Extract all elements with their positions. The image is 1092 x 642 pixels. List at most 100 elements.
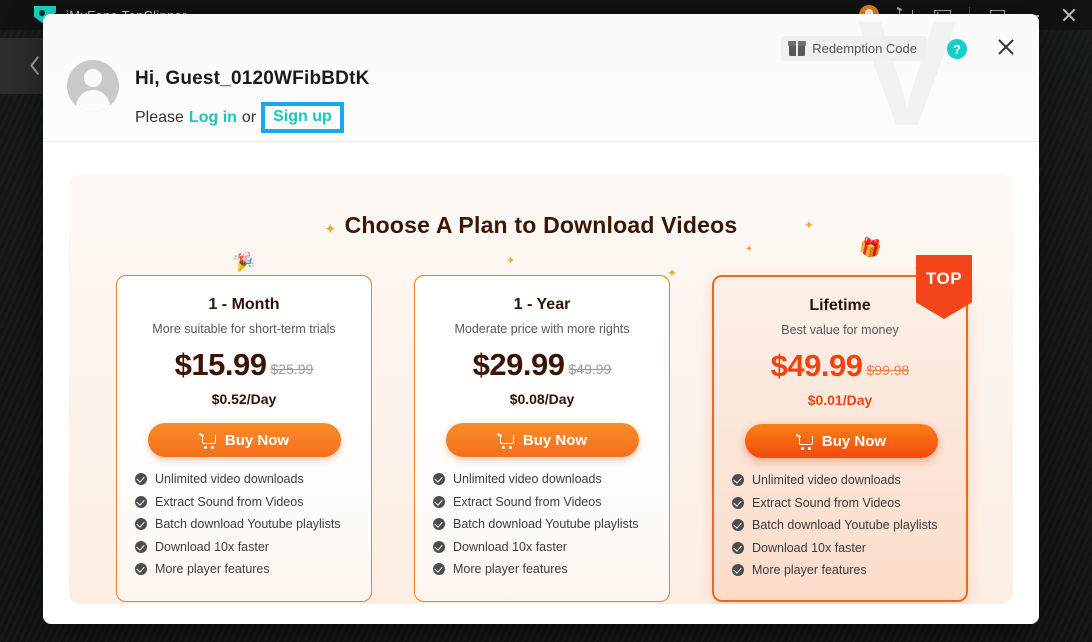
check-icon <box>135 518 147 530</box>
plan-card-month[interactable]: 1 - Month More suitable for short-term t… <box>116 275 372 602</box>
avatar-head <box>84 69 102 87</box>
feature-label: Download 10x faster <box>752 540 866 555</box>
check-icon <box>135 495 147 508</box>
gift-icon <box>788 41 807 56</box>
check-icon <box>433 563 445 575</box>
signup-link[interactable]: Sign up <box>273 108 332 125</box>
plan-per-day: $0.01/Day <box>807 392 873 408</box>
feature-label: Batch download Youtube playlists <box>155 517 341 531</box>
check-icon <box>135 563 147 575</box>
feature-item: Batch download Youtube playlists <box>433 517 639 531</box>
confetti-icon: 🎉 <box>232 251 257 274</box>
pricing-modal: V Hi, Guest_0120WFibBDtK Please Log in o… <box>43 14 1039 624</box>
buy-now-label: Buy Now <box>224 431 290 449</box>
redemption-code-label: Redemption Code <box>812 41 917 56</box>
plan-cards-container: 1 - Month More suitable for short-term t… <box>116 255 972 602</box>
feature-item: More player features <box>135 562 341 576</box>
check-icon <box>732 496 744 509</box>
plan-card-lifetime[interactable]: TOP Lifetime Best value for money $49.99… <box>712 255 972 602</box>
check-icon <box>732 519 744 531</box>
check-icon <box>732 541 744 554</box>
plan-title: 1 - Month <box>208 296 280 313</box>
feature-item: Download 10x faster <box>732 541 938 555</box>
check-icon <box>433 518 445 530</box>
please-label: Please <box>135 108 184 126</box>
plan-subtitle: More suitable for short-term trials <box>152 322 336 336</box>
buy-now-button[interactable]: Buy Now <box>148 423 341 457</box>
top-badge-label: TOP <box>925 269 963 288</box>
help-circle-icon[interactable]: ? <box>947 39 967 59</box>
buy-now-label: Buy Now <box>821 432 887 450</box>
feature-label: Batch download Youtube playlists <box>453 517 639 531</box>
close-icon[interactable] <box>995 36 1017 58</box>
signup-highlight-box[interactable]: Sign up <box>261 102 344 133</box>
feature-item: Extract Sound from Videos <box>732 496 938 510</box>
plan-features: Unlimited video downloads Extract Sound … <box>135 472 341 585</box>
feature-item: Download 10x faster <box>433 540 639 554</box>
plan-old-price: $49.99 <box>568 361 612 377</box>
feature-label: Extract Sound from Videos <box>453 494 602 509</box>
feature-item: Download 10x faster <box>135 540 341 554</box>
feature-label: Unlimited video downloads <box>453 472 602 486</box>
feature-label: Batch download Youtube playlists <box>752 518 938 532</box>
buy-now-label: Buy Now <box>522 431 588 449</box>
watermark-letter: V <box>856 14 957 142</box>
plan-price-row: $29.99 $49.99 <box>415 349 669 380</box>
feature-item: Unlimited video downloads <box>135 472 341 486</box>
feature-item: Extract Sound from Videos <box>433 495 639 509</box>
plans-panel: Choose A Plan to Download Videos ✦ ✦ 🎉 ✦… <box>69 174 1013 604</box>
feature-label: Download 10x faster <box>453 539 567 554</box>
or-label: or <box>241 108 257 126</box>
check-icon <box>433 473 445 485</box>
feature-item: More player features <box>732 563 938 577</box>
shopping-cart-icon <box>797 434 813 450</box>
feature-item: Unlimited video downloads <box>433 472 639 486</box>
plan-price: $15.99 <box>174 347 267 382</box>
check-icon <box>732 564 744 576</box>
sparkle-icon: ✦ <box>745 244 754 255</box>
modal-header: V Hi, Guest_0120WFibBDtK Please Log in o… <box>43 14 1039 142</box>
plan-price-row: $15.99 $25.99 <box>117 349 371 380</box>
plan-price: $49.99 <box>770 348 863 383</box>
feature-label: More player features <box>155 562 270 576</box>
plans-title: Choose A Plan to Download Videos <box>344 212 738 238</box>
gift-confetti-icon: 🎁 <box>857 235 884 261</box>
redemption-code-button[interactable]: Redemption Code <box>781 36 927 61</box>
shopping-cart-icon <box>200 433 216 449</box>
greeting-text: Hi, Guest_0120WFibBDtK <box>135 68 370 89</box>
plan-subtitle: Moderate price with more rights <box>454 322 630 336</box>
plan-features: Unlimited video downloads Extract Sound … <box>433 472 639 585</box>
check-icon <box>732 474 744 486</box>
plan-old-price: $25.99 <box>270 361 314 377</box>
feature-label: Download 10x faster <box>155 539 269 554</box>
feature-label: More player features <box>453 562 568 576</box>
avatar-body <box>76 90 110 112</box>
check-icon <box>135 473 147 485</box>
plan-per-day: $0.08/Day <box>509 391 575 407</box>
sparkle-icon: ✦ <box>506 255 516 267</box>
check-icon <box>433 540 445 553</box>
buy-now-button[interactable]: Buy Now <box>446 423 639 457</box>
feature-label: Extract Sound from Videos <box>752 495 901 510</box>
signin-prompt: Please Log in or Sign up <box>135 102 344 133</box>
close-icon[interactable] <box>1060 6 1078 24</box>
plan-price-row: $49.99 $99.98 <box>714 350 966 381</box>
plan-title: 1 - Year <box>513 296 571 313</box>
shopping-cart-icon <box>498 433 514 449</box>
feature-item: Batch download Youtube playlists <box>732 518 938 532</box>
feature-item: Batch download Youtube playlists <box>135 517 341 531</box>
feature-label: More player features <box>752 563 867 577</box>
help-label: ? <box>953 41 961 57</box>
plan-features: Unlimited video downloads Extract Sound … <box>732 473 938 586</box>
back-chevron-icon[interactable] <box>24 54 38 78</box>
check-icon <box>433 495 445 508</box>
avatar <box>67 60 119 112</box>
login-link[interactable]: Log in <box>189 109 237 127</box>
plan-card-year[interactable]: 1 - Year Moderate price with more rights… <box>414 275 670 602</box>
feature-item: More player features <box>433 562 639 576</box>
buy-now-button[interactable]: Buy Now <box>745 424 938 458</box>
plan-price: $29.99 <box>472 347 565 382</box>
feature-label: Extract Sound from Videos <box>155 494 304 509</box>
feature-label: Unlimited video downloads <box>752 473 901 487</box>
feature-item: Extract Sound from Videos <box>135 495 341 509</box>
